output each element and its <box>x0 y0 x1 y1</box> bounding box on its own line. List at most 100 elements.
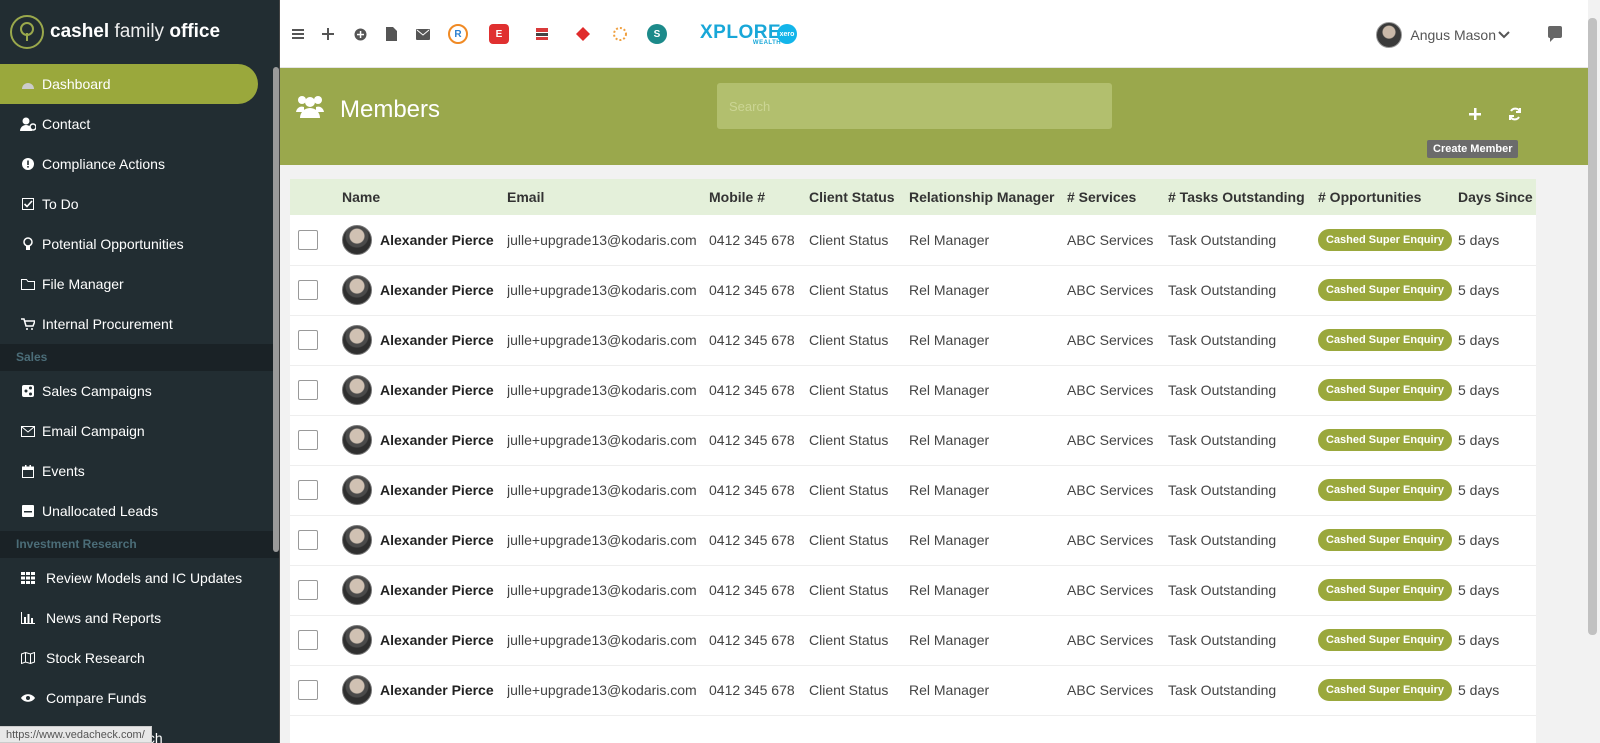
row-checkbox[interactable] <box>298 330 318 350</box>
sidebar-scrollbar[interactable] <box>273 67 279 552</box>
row-checkbox[interactable] <box>298 580 318 600</box>
sidebar-item-to-do[interactable]: To Do <box>0 184 279 224</box>
sidebar-item-news-and-reports[interactable]: News and Reports <box>0 598 279 638</box>
sidebar-item-internal-procurement[interactable]: Internal Procurement <box>0 304 279 344</box>
header-opportunities[interactable]: # Opportunities <box>1318 179 1458 215</box>
sidebar-item-email-campaign[interactable]: Email Campaign <box>0 411 279 451</box>
member-name[interactable]: Alexander Pierce <box>342 625 507 655</box>
cell-email: julle+upgrade13@kodaris.com <box>507 632 697 648</box>
cell-email: julle+upgrade13@kodaris.com <box>507 582 697 598</box>
member-name[interactable]: Alexander Pierce <box>342 325 507 355</box>
cell-tasks-outstanding: Task Outstanding <box>1168 632 1277 648</box>
table-row[interactable]: Alexander Pierce julle+upgrade13@kodaris.… <box>290 415 1536 465</box>
opportunity-badge[interactable]: Cashed Super Enquiry <box>1318 579 1452 601</box>
member-name-text: Alexander Pierce <box>380 532 494 548</box>
opportunity-badge[interactable]: Cashed Super Enquiry <box>1318 429 1452 451</box>
cell-days-since: 5 days <box>1458 382 1500 398</box>
page-scrollbar[interactable] <box>1588 18 1597 635</box>
row-checkbox[interactable] <box>298 280 318 300</box>
row-checkbox[interactable] <box>298 530 318 550</box>
create-member-button[interactable] <box>1465 104 1485 124</box>
envelope-icon[interactable] <box>413 24 433 44</box>
row-checkbox[interactable] <box>298 480 318 500</box>
row-checkbox[interactable] <box>298 380 318 400</box>
row-checkbox[interactable] <box>298 430 318 450</box>
opportunity-badge[interactable]: Cashed Super Enquiry <box>1318 529 1452 551</box>
opportunity-badge[interactable]: Cashed Super Enquiry <box>1318 228 1452 251</box>
cell-select <box>290 415 342 465</box>
table-row[interactable]: Alexander Pierce julle+upgrade13@kodaris.… <box>290 315 1536 365</box>
opportunity-badge[interactable]: Cashed Super Enquiry <box>1318 679 1452 701</box>
header-mobile[interactable]: Mobile # <box>709 179 809 215</box>
row-checkbox[interactable] <box>298 630 318 650</box>
table-row[interactable]: Alexander Pierce julle+upgrade13@kodaris.… <box>290 565 1536 615</box>
tree-logo-icon <box>10 15 44 49</box>
brand-logo[interactable]: cashel family office <box>0 0 279 64</box>
sidebar-item-potential-opportunities[interactable]: Potential Opportunities <box>0 224 279 264</box>
cell-tasks-outstanding: Task Outstanding <box>1168 682 1277 698</box>
member-name[interactable]: Alexander Pierce <box>342 675 507 705</box>
sidebar-item-compare-funds[interactable]: Compare Funds <box>0 678 279 718</box>
app-s-icon[interactable]: S <box>647 24 667 44</box>
member-name[interactable]: Alexander Pierce <box>342 575 507 605</box>
chat-icon[interactable] <box>1548 26 1562 42</box>
table-row[interactable]: Alexander Pierce julle+upgrade13@kodaris.… <box>290 365 1536 415</box>
opportunity-badge[interactable]: Cashed Super Enquiry <box>1318 479 1452 501</box>
header-email[interactable]: Email <box>507 179 709 215</box>
table-row[interactable]: Alexander Pierce julle+upgrade13@kodaris.… <box>290 665 1536 715</box>
opportunity-badge[interactable]: Cashed Super Enquiry <box>1318 379 1452 401</box>
search-input[interactable] <box>717 83 1112 129</box>
table-row[interactable]: Alexander Pierce julle+upgrade13@kodaris.… <box>290 265 1536 315</box>
app-stack-icon[interactable] <box>532 24 552 44</box>
header-tasks-outstanding[interactable]: # Tasks Outstanding <box>1168 179 1318 215</box>
sidebar-item-contact[interactable]: Contact <box>0 104 279 144</box>
member-name[interactable]: Alexander Pierce <box>342 525 507 555</box>
app-e-icon[interactable]: E <box>489 24 509 44</box>
app-dots-icon[interactable] <box>610 24 630 44</box>
sidebar-item-compliance-actions[interactable]: Compliance Actions <box>0 144 279 184</box>
cell-days-since: 5 days <box>1458 332 1500 348</box>
opportunity-badge[interactable]: Cashed Super Enquiry <box>1318 329 1452 351</box>
header-services[interactable]: # Services <box>1067 179 1168 215</box>
header-client-status[interactable]: Client Status <box>809 179 909 215</box>
member-name[interactable]: Alexander Pierce <box>342 275 507 305</box>
app-xero-icon[interactable]: xero <box>777 24 797 44</box>
app-diamond-icon[interactable] <box>573 24 593 44</box>
app-r-icon[interactable]: R <box>448 24 468 44</box>
sidebar-item-review-models-and-ic-updates[interactable]: Review Models and IC Updates <box>0 558 279 598</box>
cell-mobile: 0412 345 678 <box>709 332 795 348</box>
refresh-button[interactable] <box>1505 104 1525 124</box>
header-name[interactable]: Name <box>342 179 507 215</box>
document-icon[interactable] <box>381 24 401 44</box>
sidebar-item-file-manager[interactable]: File Manager <box>0 264 279 304</box>
avatar <box>342 575 372 605</box>
user-menu[interactable]: Angus Mason <box>1376 22 1510 48</box>
cell-relationship-manager: Rel Manager <box>909 682 990 698</box>
opportunity-badge[interactable]: Cashed Super Enquiry <box>1318 629 1452 651</box>
table-row[interactable]: Alexander Pierce julle+upgrade13@kodaris.… <box>290 615 1536 665</box>
member-name[interactable]: Alexander Pierce <box>342 375 507 405</box>
sidebar-item-label: Events <box>42 463 85 479</box>
table-row[interactable]: Alexander Pierce julle+upgrade13@kodaris.… <box>290 465 1536 515</box>
sidebar-item-stock-research[interactable]: Stock Research <box>0 638 279 678</box>
xplore-wealth-logo[interactable]: XPLORE WEALTH <box>700 22 781 46</box>
header-days-since[interactable]: Days Since L <box>1458 179 1536 215</box>
sidebar-item-sales-campaigns[interactable]: Sales Campaigns <box>0 371 279 411</box>
table-row[interactable]: Alexander Pierce julle+upgrade13@kodaris.… <box>290 515 1536 565</box>
member-name[interactable]: Alexander Pierce <box>342 224 507 255</box>
sidebar-item-dashboard[interactable]: Dashboard <box>0 64 258 104</box>
inbox-icon <box>18 505 38 517</box>
header-relationship-manager[interactable]: Relationship Manager <box>909 179 1067 215</box>
table-row[interactable]: Alexander Pierce julle+upgrade13@kodaris.… <box>290 215 1536 265</box>
opportunity-badge[interactable]: Cashed Super Enquiry <box>1318 279 1452 301</box>
menu-toggle-icon[interactable] <box>288 24 308 44</box>
row-checkbox[interactable] <box>298 229 318 250</box>
member-name[interactable]: Alexander Pierce <box>342 475 507 505</box>
sidebar-item-events[interactable]: Events <box>0 451 279 491</box>
row-checkbox[interactable] <box>298 680 318 700</box>
plus-icon[interactable] <box>318 24 338 44</box>
member-name[interactable]: Alexander Pierce <box>342 425 507 455</box>
sidebar-item-unallocated-leads[interactable]: Unallocated Leads <box>0 491 279 531</box>
cell-days-since: 5 days <box>1458 231 1500 248</box>
add-circle-icon[interactable] <box>350 24 370 44</box>
